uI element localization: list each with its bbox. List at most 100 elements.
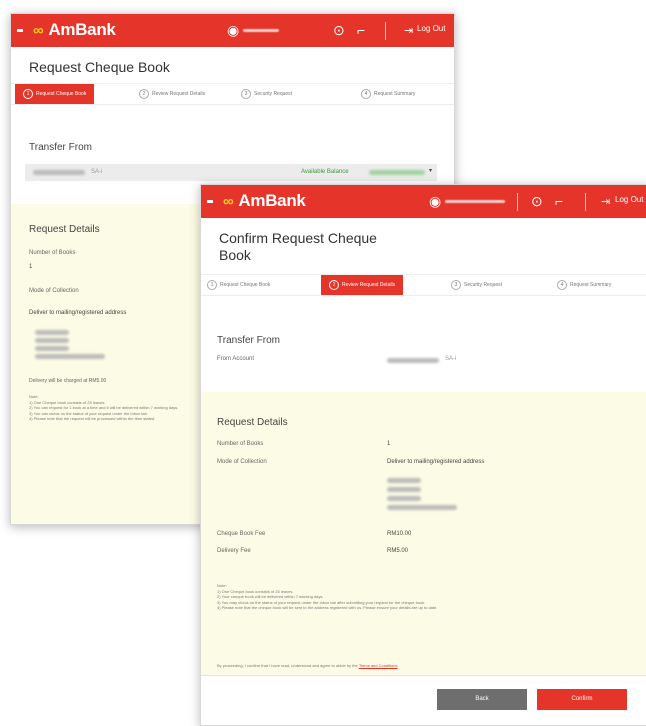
address-line	[35, 338, 69, 343]
step-number: 1	[23, 88, 33, 99]
ambank-logo[interactable]: ∞ AmBank	[33, 20, 116, 40]
address-line	[387, 496, 421, 501]
logout-link[interactable]: Log Out	[417, 24, 445, 33]
step-3: 3 Security Request	[241, 84, 292, 104]
logout-link[interactable]: Log Out	[615, 195, 643, 204]
divider	[585, 193, 586, 211]
brand-name: AmBank	[48, 20, 116, 39]
account-number-blurred	[387, 358, 439, 363]
brand-name: AmBank	[238, 191, 306, 210]
step-1: 1 Request Cheque Book	[15, 84, 95, 104]
num-books-label: Number of Books	[29, 250, 76, 256]
bookmark-icon[interactable]: ⌐	[357, 22, 365, 38]
step-label: Request Cheque Book	[220, 282, 271, 288]
request-details-panel	[201, 392, 646, 675]
step-number: 2	[139, 88, 149, 99]
user-icon[interactable]: ◉	[227, 22, 239, 39]
step-2: 2 Review Request Details	[139, 84, 205, 104]
step-number: 4	[557, 279, 567, 290]
account-select[interactable]: SA-i Available Balance ▾	[25, 164, 437, 181]
note-item: 2) You can request for 1 book at a time …	[29, 405, 179, 410]
address-line	[35, 354, 105, 359]
step-number: 3	[451, 279, 461, 290]
notes: Note: 1) One Cheque book consists of 25 …	[217, 583, 633, 611]
collection-label: Mode of Collection	[29, 288, 79, 294]
page-title: Request Cheque Book	[29, 59, 170, 75]
step-number: 3	[241, 88, 251, 99]
step-label: Review Request Details	[152, 91, 206, 97]
num-books-label: Number of Books	[217, 441, 264, 447]
menu-icon[interactable]	[207, 200, 213, 203]
address-blurred	[387, 478, 457, 510]
step-indicator: 1 Request Cheque Book 2 Review Request Det…	[201, 274, 646, 296]
step-number: 2	[329, 279, 339, 290]
username-blurred	[445, 200, 505, 203]
delivery-fee-label: Delivery Fee	[217, 548, 251, 554]
help-icon[interactable]: ⊙	[333, 22, 345, 39]
footer-divider	[201, 675, 646, 676]
chevron-down-icon: ▾	[429, 168, 433, 174]
address-line	[387, 478, 421, 483]
step-label: Request Cheque Book	[36, 91, 87, 97]
address-blurred	[35, 330, 105, 359]
address-line	[387, 487, 421, 492]
transfer-from-heading: Transfer From	[29, 142, 92, 153]
bookmark-icon[interactable]: ⌐	[555, 193, 563, 209]
divider	[385, 22, 386, 40]
step-3: 3 Security Request	[451, 275, 502, 295]
account-number-blurred	[33, 170, 85, 175]
step-2: 2 Review Request Details	[321, 275, 404, 295]
user-icon[interactable]: ◉	[429, 193, 441, 210]
step-indicator: 1 Request Cheque Book 2 Review Request Det…	[11, 83, 454, 105]
collection-value: Deliver to mailing/registered address	[387, 459, 485, 465]
step-number: 4	[361, 88, 371, 99]
step-label: Security Request	[464, 282, 503, 288]
ambank-logo-mark: ∞	[33, 22, 44, 39]
back-button[interactable]: Back	[437, 689, 527, 710]
top-bar: ∞ AmBank ◉ ⊙ ⌐ ⇥ Log Out	[201, 185, 646, 218]
num-books-value: 1	[29, 264, 33, 270]
request-details-heading: Request Details	[29, 224, 100, 235]
terms-text: By proceeding, I confirm that I have rea…	[217, 663, 358, 668]
terms-line: By proceeding, I confirm that I have rea…	[217, 663, 637, 669]
ambank-logo-mark: ∞	[223, 193, 234, 210]
note-item: 4) Please note that the cheque book will…	[217, 605, 438, 610]
collection-label: Mode of Collection	[217, 459, 267, 465]
address-line	[35, 330, 69, 335]
address-line	[387, 505, 457, 510]
step-4: 4 Request Summary	[361, 84, 415, 104]
confirm-button[interactable]: Confirm	[537, 689, 627, 710]
transfer-from-heading: Transfer From	[217, 335, 280, 346]
confirm-request-window: ∞ AmBank ◉ ⊙ ⌐ ⇥ Log Out Confirm Request …	[200, 184, 646, 726]
username-blurred	[243, 29, 279, 32]
logout-icon[interactable]: ⇥	[404, 24, 413, 37]
available-balance-label: Available Balance	[301, 169, 349, 175]
step-label: Review Request Details	[342, 282, 396, 288]
cheque-book-fee-value: RM10.00	[387, 531, 412, 537]
address-line	[35, 346, 69, 351]
collection-value: Deliver to mailing/registered address	[29, 310, 127, 316]
request-details-heading: Request Details	[217, 417, 288, 428]
menu-icon[interactable]	[17, 29, 23, 32]
divider	[517, 193, 518, 211]
logout-icon[interactable]: ⇥	[601, 195, 610, 208]
cheque-book-fee-label: Cheque Book Fee	[217, 531, 266, 537]
help-icon[interactable]: ⊙	[531, 193, 543, 210]
step-label: Security Request	[254, 91, 293, 97]
step-4: 4 Request Summary	[557, 275, 611, 295]
step-label: Request Summary	[374, 91, 416, 97]
ambank-logo[interactable]: ∞ AmBank	[223, 191, 306, 211]
num-books-value: 1	[387, 441, 391, 447]
from-account-label: From Account	[217, 356, 255, 362]
fee-note: Delivery will be charged at RM5.00	[29, 378, 107, 384]
note-item: 4) Please note that the request will be …	[29, 416, 156, 421]
step-label: Request Summary	[570, 282, 612, 288]
account-suffix: SA-i	[445, 356, 457, 362]
top-bar: ∞ AmBank ◉ ⊙ ⌐ ⇥ Log Out	[11, 14, 454, 47]
notes: Note: 1) One Cheque book consists of 25 …	[29, 394, 197, 422]
account-suffix: SA-i	[91, 169, 103, 175]
page-title: Confirm Request Cheque Book	[219, 230, 377, 263]
step-number: 1	[207, 279, 217, 290]
delivery-fee-value: RM5.00	[387, 548, 409, 554]
terms-link[interactable]: Terms and Conditions	[359, 663, 398, 668]
